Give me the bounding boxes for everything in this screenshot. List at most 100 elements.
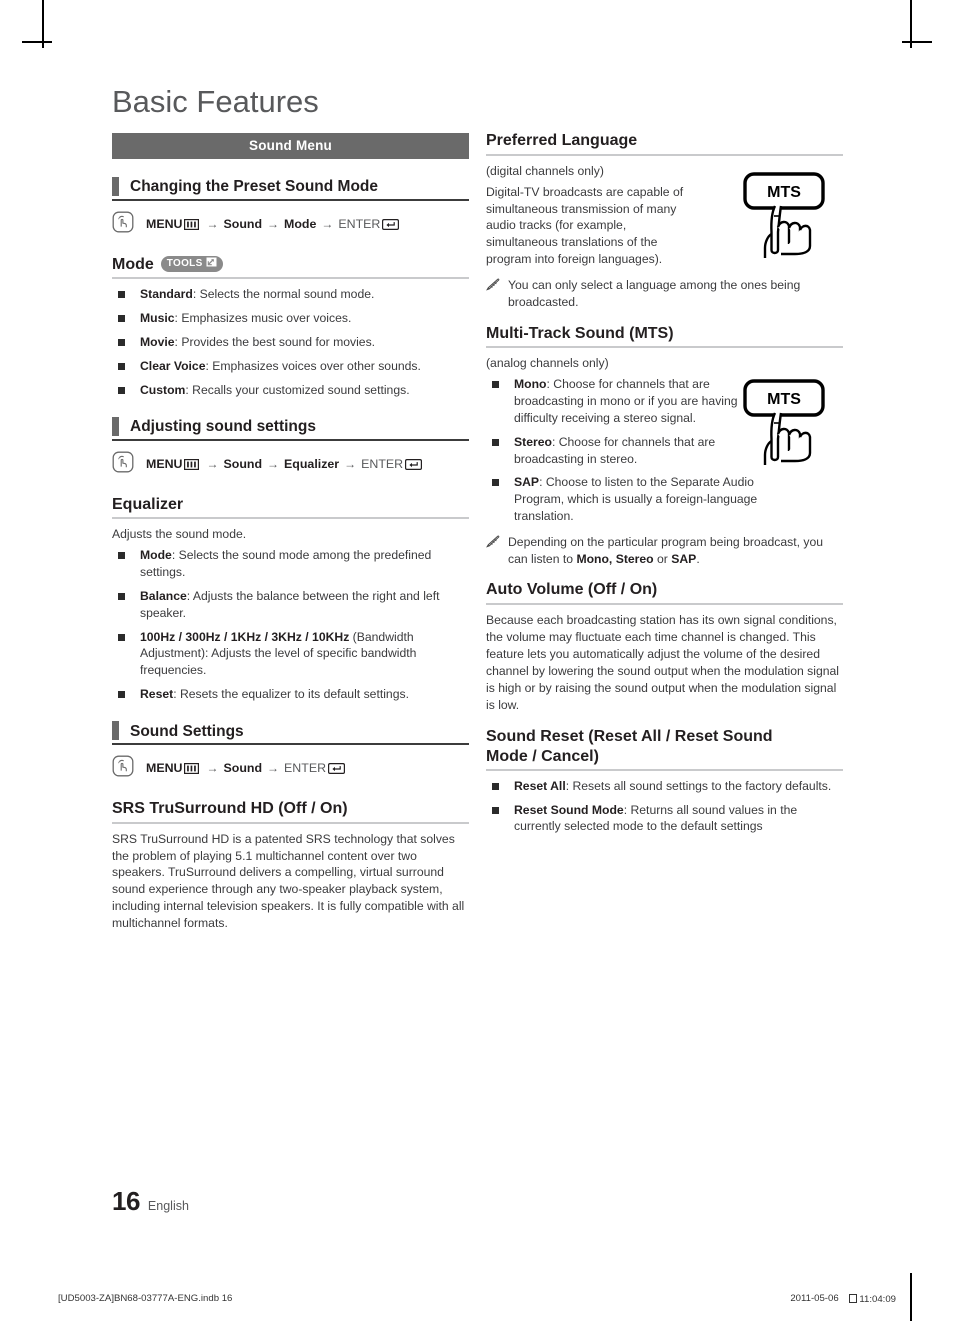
- colophon: [UD5003-ZA]BN68-03777A-ENG.indb 16 2011-…: [0, 1293, 954, 1305]
- menu-step-1: Sound: [223, 760, 263, 775]
- equalizer-intro: Adjusts the sound mode.: [112, 527, 247, 542]
- svg-text:MTS: MTS: [767, 391, 801, 408]
- hand-press-icon: [112, 755, 134, 782]
- manual-page: Basic Features Sound Menu Changing the P…: [0, 0, 954, 1321]
- svg-text:MTS: MTS: [767, 184, 801, 201]
- menu-path-sound-mode: MENU → Sound → Mode → ENTER: [112, 211, 469, 238]
- subsection-adjusting-sound-settings: Adjusting sound settings: [112, 416, 469, 441]
- menu-path-text: MENU → Sound → ENTER: [146, 761, 347, 776]
- multi-track-sound-section: Multi-Track Sound (MTS) MTS (analog chan…: [486, 325, 843, 568]
- section-tick-marker: [112, 416, 119, 436]
- preferred-language-body: Digital-TV broadcasts are capable of sim…: [486, 184, 684, 267]
- auto-volume-section: Auto Volume (Off / On) Because each broa…: [486, 581, 843, 713]
- list-item: Reset All: Resets all sound settings to …: [486, 778, 843, 795]
- pencil-note-icon: [486, 535, 501, 553]
- tools-badge: TOOLS: [160, 255, 223, 273]
- crop-mark-top-left-horizontal: [22, 41, 52, 43]
- enter-return-icon: [328, 762, 346, 774]
- enter-return-icon: [382, 218, 400, 230]
- option-heading-preferred-language: Preferred Language: [486, 132, 843, 156]
- equalizer-option-list: Mode: Selects the sound mode among the p…: [112, 547, 469, 703]
- list-item: Mode: Selects the sound mode among the p…: [112, 547, 469, 581]
- tools-arrow-icon: [206, 257, 217, 271]
- menu-path-text: MENU → Sound → Mode → ENTER: [146, 217, 401, 232]
- preferred-language-section: Preferred Language MTS (digital channels…: [486, 132, 843, 311]
- hand-press-icon: [112, 211, 134, 238]
- srs-body-text: SRS TruSurround HD is a patented SRS tec…: [112, 831, 465, 930]
- option-heading-multi-track-sound: Multi-Track Sound (MTS): [486, 325, 843, 349]
- enter-return-icon: [405, 458, 423, 470]
- menu-step-1: Sound: [223, 456, 263, 471]
- menu-label: MENU: [146, 456, 183, 471]
- section-tick-marker: [112, 720, 119, 740]
- menu-bars-icon: [184, 458, 200, 470]
- option-heading-sound-reset: Sound Reset (Reset All / Reset Sound Mod…: [486, 727, 843, 771]
- menu-step-1: Sound: [223, 216, 263, 231]
- list-item: Custom: Recalls your customized sound se…: [112, 382, 469, 399]
- list-item: Stereo: Choose for channels that are bro…: [486, 434, 751, 468]
- list-item: Movie: Provides the best sound for movie…: [112, 334, 469, 351]
- mts-remote-button-icon: MTS: [737, 377, 837, 469]
- missing-glyph-box: [848, 1294, 857, 1303]
- subsection-changing-preset-sound-mode: Changing the Preset Sound Mode: [112, 176, 469, 201]
- list-item: Balance: Adjusts the balance between the…: [112, 588, 469, 622]
- page-title: Basic Features: [112, 84, 319, 119]
- subsection-heading: Changing the Preset Sound Mode: [130, 178, 379, 196]
- sound-reset-section: Sound Reset (Reset All / Reset Sound Mod…: [486, 727, 843, 835]
- list-item: 100Hz / 300Hz / 1KHz / 3KHz / 10KHz (Ban…: [112, 629, 469, 679]
- note-bold-2: SAP: [671, 551, 697, 566]
- page-number: 16: [112, 1186, 140, 1216]
- sound-reset-option-list: Reset All: Resets all sound settings to …: [486, 778, 843, 835]
- section-banner-sound-menu: Sound Menu: [112, 132, 469, 159]
- enter-label: ENTER: [361, 456, 404, 471]
- list-item: Music: Emphasizes music over voices.: [112, 310, 469, 327]
- option-heading-equalizer: Equalizer: [112, 496, 469, 520]
- left-column: Basic Features Sound Menu Changing the P…: [112, 84, 469, 941]
- subsection-sound-settings: Sound Settings: [112, 720, 469, 745]
- menu-label: MENU: [146, 760, 183, 775]
- menu-step-2: Mode: [284, 216, 317, 231]
- page-number-block: 16 English: [112, 1186, 189, 1217]
- list-item: Reset Sound Mode: Returns all sound valu…: [486, 802, 843, 836]
- mode-option-list: Standard: Selects the normal sound mode.…: [112, 286, 469, 398]
- menu-step-2: Equalizer: [284, 456, 340, 471]
- preferred-language-subtitle: (digital channels only): [486, 163, 604, 178]
- option-heading-text: Equalizer: [112, 495, 184, 513]
- option-heading-srs-trusurround: SRS TruSurround HD (Off / On): [112, 800, 469, 824]
- page-language-label: English: [147, 1199, 189, 1213]
- list-item: Standard: Selects the normal sound mode.: [112, 286, 469, 303]
- tools-badge-label: TOOLS: [166, 257, 203, 269]
- section-tick-marker: [112, 176, 119, 196]
- colophon-timestamp: 2011-05-06 11:04:09: [790, 1293, 896, 1305]
- colophon-filename: [UD5003-ZA]BN68-03777A-ENG.indb 16: [58, 1293, 233, 1304]
- note-mid: or: [653, 551, 672, 566]
- list-item: Reset: Resets the equalizer to its defau…: [112, 686, 469, 703]
- colophon-date: 2011-05-06: [790, 1293, 839, 1304]
- note-suffix: .: [696, 551, 700, 566]
- note-text: You can only select a language among the…: [508, 277, 801, 309]
- menu-path-sound-equalizer: MENU → Sound → Equalizer → ENTER: [112, 451, 469, 478]
- menu-path-sound: MENU → Sound → ENTER: [112, 755, 469, 782]
- mts-note: Depending on the particular program bein…: [486, 534, 843, 568]
- enter-label: ENTER: [284, 760, 327, 775]
- option-heading-text: Auto Volume (Off / On): [486, 581, 658, 599]
- option-heading-text: SRS TruSurround HD (Off / On): [112, 799, 348, 817]
- option-heading-line-1: Sound Reset (Reset All / Reset Sound: [486, 728, 773, 746]
- crop-mark-top-right-horizontal: [902, 41, 932, 43]
- subsection-heading: Sound Settings: [130, 722, 244, 740]
- menu-path-text: MENU → Sound → Equalizer → ENTER: [146, 457, 424, 472]
- right-column: Preferred Language MTS (digital channels…: [486, 132, 843, 844]
- preferred-language-note: You can only select a language among the…: [486, 277, 843, 311]
- colophon-time: 11:04:09: [859, 1294, 896, 1305]
- pencil-note-icon: [486, 278, 501, 296]
- mts-subtitle: (analog channels only): [486, 356, 609, 371]
- list-item: Mono: Choose for channels that are broad…: [486, 376, 751, 426]
- list-item: Clear Voice: Emphasizes voices over othe…: [112, 358, 469, 375]
- enter-label: ENTER: [338, 216, 381, 231]
- menu-label: MENU: [146, 216, 183, 231]
- option-heading-text: Mode: [112, 255, 154, 273]
- note-bold-1: Mono, Stereo: [576, 551, 654, 566]
- menu-bars-icon: [184, 762, 200, 774]
- mts-remote-button-icon: MTS: [737, 170, 837, 262]
- option-heading-mode: Mode TOOLS: [112, 256, 469, 280]
